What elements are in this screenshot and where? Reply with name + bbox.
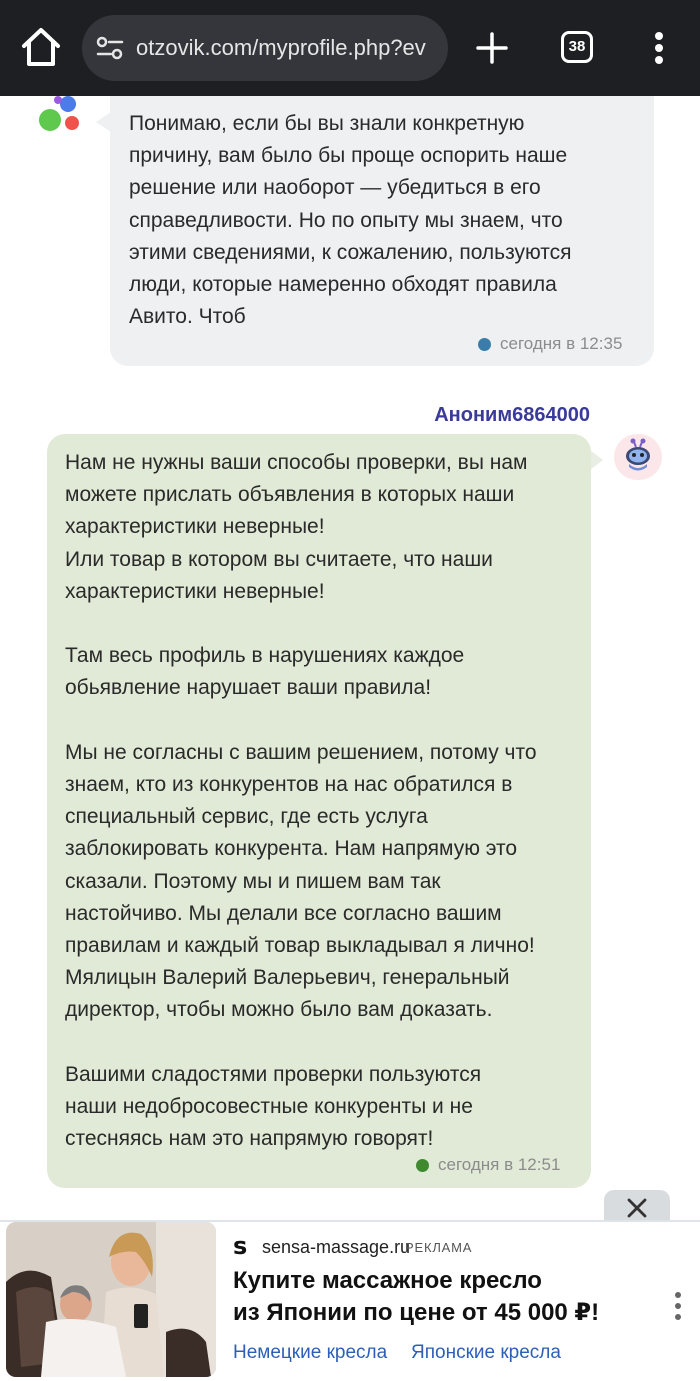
more-menu-icon[interactable] [652, 30, 666, 66]
support-avatar [38, 96, 82, 134]
ad-label: РЕКЛАМА [405, 1240, 473, 1255]
address-bar[interactable]: otzovik.com/myprofile.php?ev [82, 15, 448, 81]
support-message-time: сегодня в 12:35 [500, 334, 623, 353]
ad-domain[interactable]: sensa-massage.ru [262, 1236, 410, 1258]
user-message-text: Нам не нужны ваши способы проверки, вы н… [65, 451, 537, 1151]
user-message-time: сегодня в 12:51 [438, 1155, 561, 1174]
bubble-tail [96, 112, 111, 132]
bubble-tail [590, 450, 603, 470]
advertiser-logo[interactable]: s [233, 1233, 251, 1259]
tab-count-button[interactable]: 38 [561, 31, 593, 63]
ad-title-line[interactable]: Купите массажное кресло [233, 1265, 673, 1297]
support-message-text: Понимаю, если бы вы знали конкретную при… [129, 112, 572, 329]
url-text[interactable]: otzovik.com/myprofile.php?ev [136, 34, 441, 62]
message-status-icon [416, 1159, 429, 1172]
ad-title[interactable]: Купите массажное кресло из Японии по цен… [233, 1265, 673, 1329]
home-icon[interactable] [18, 24, 64, 70]
browser-toolbar: otzovik.com/myprofile.php?ev 38 [0, 0, 700, 96]
message-status-icon [478, 338, 491, 351]
ad-title-line[interactable]: из Японии по цене от 45 000 ₽! [233, 1297, 673, 1329]
ad-image[interactable] [6, 1222, 216, 1377]
new-tab-icon[interactable] [476, 32, 508, 64]
close-icon[interactable] [626, 1197, 648, 1219]
ad-link-german-chairs[interactable]: Немецкие кресла [233, 1341, 387, 1365]
site-settings-icon[interactable] [96, 35, 124, 61]
user-avatar[interactable] [614, 434, 662, 480]
ad-link-japanese-chairs[interactable]: Японские кресла [411, 1341, 561, 1365]
ad-more-icon[interactable] [672, 1290, 684, 1322]
message-author[interactable]: Аноним6864000 [380, 403, 590, 427]
